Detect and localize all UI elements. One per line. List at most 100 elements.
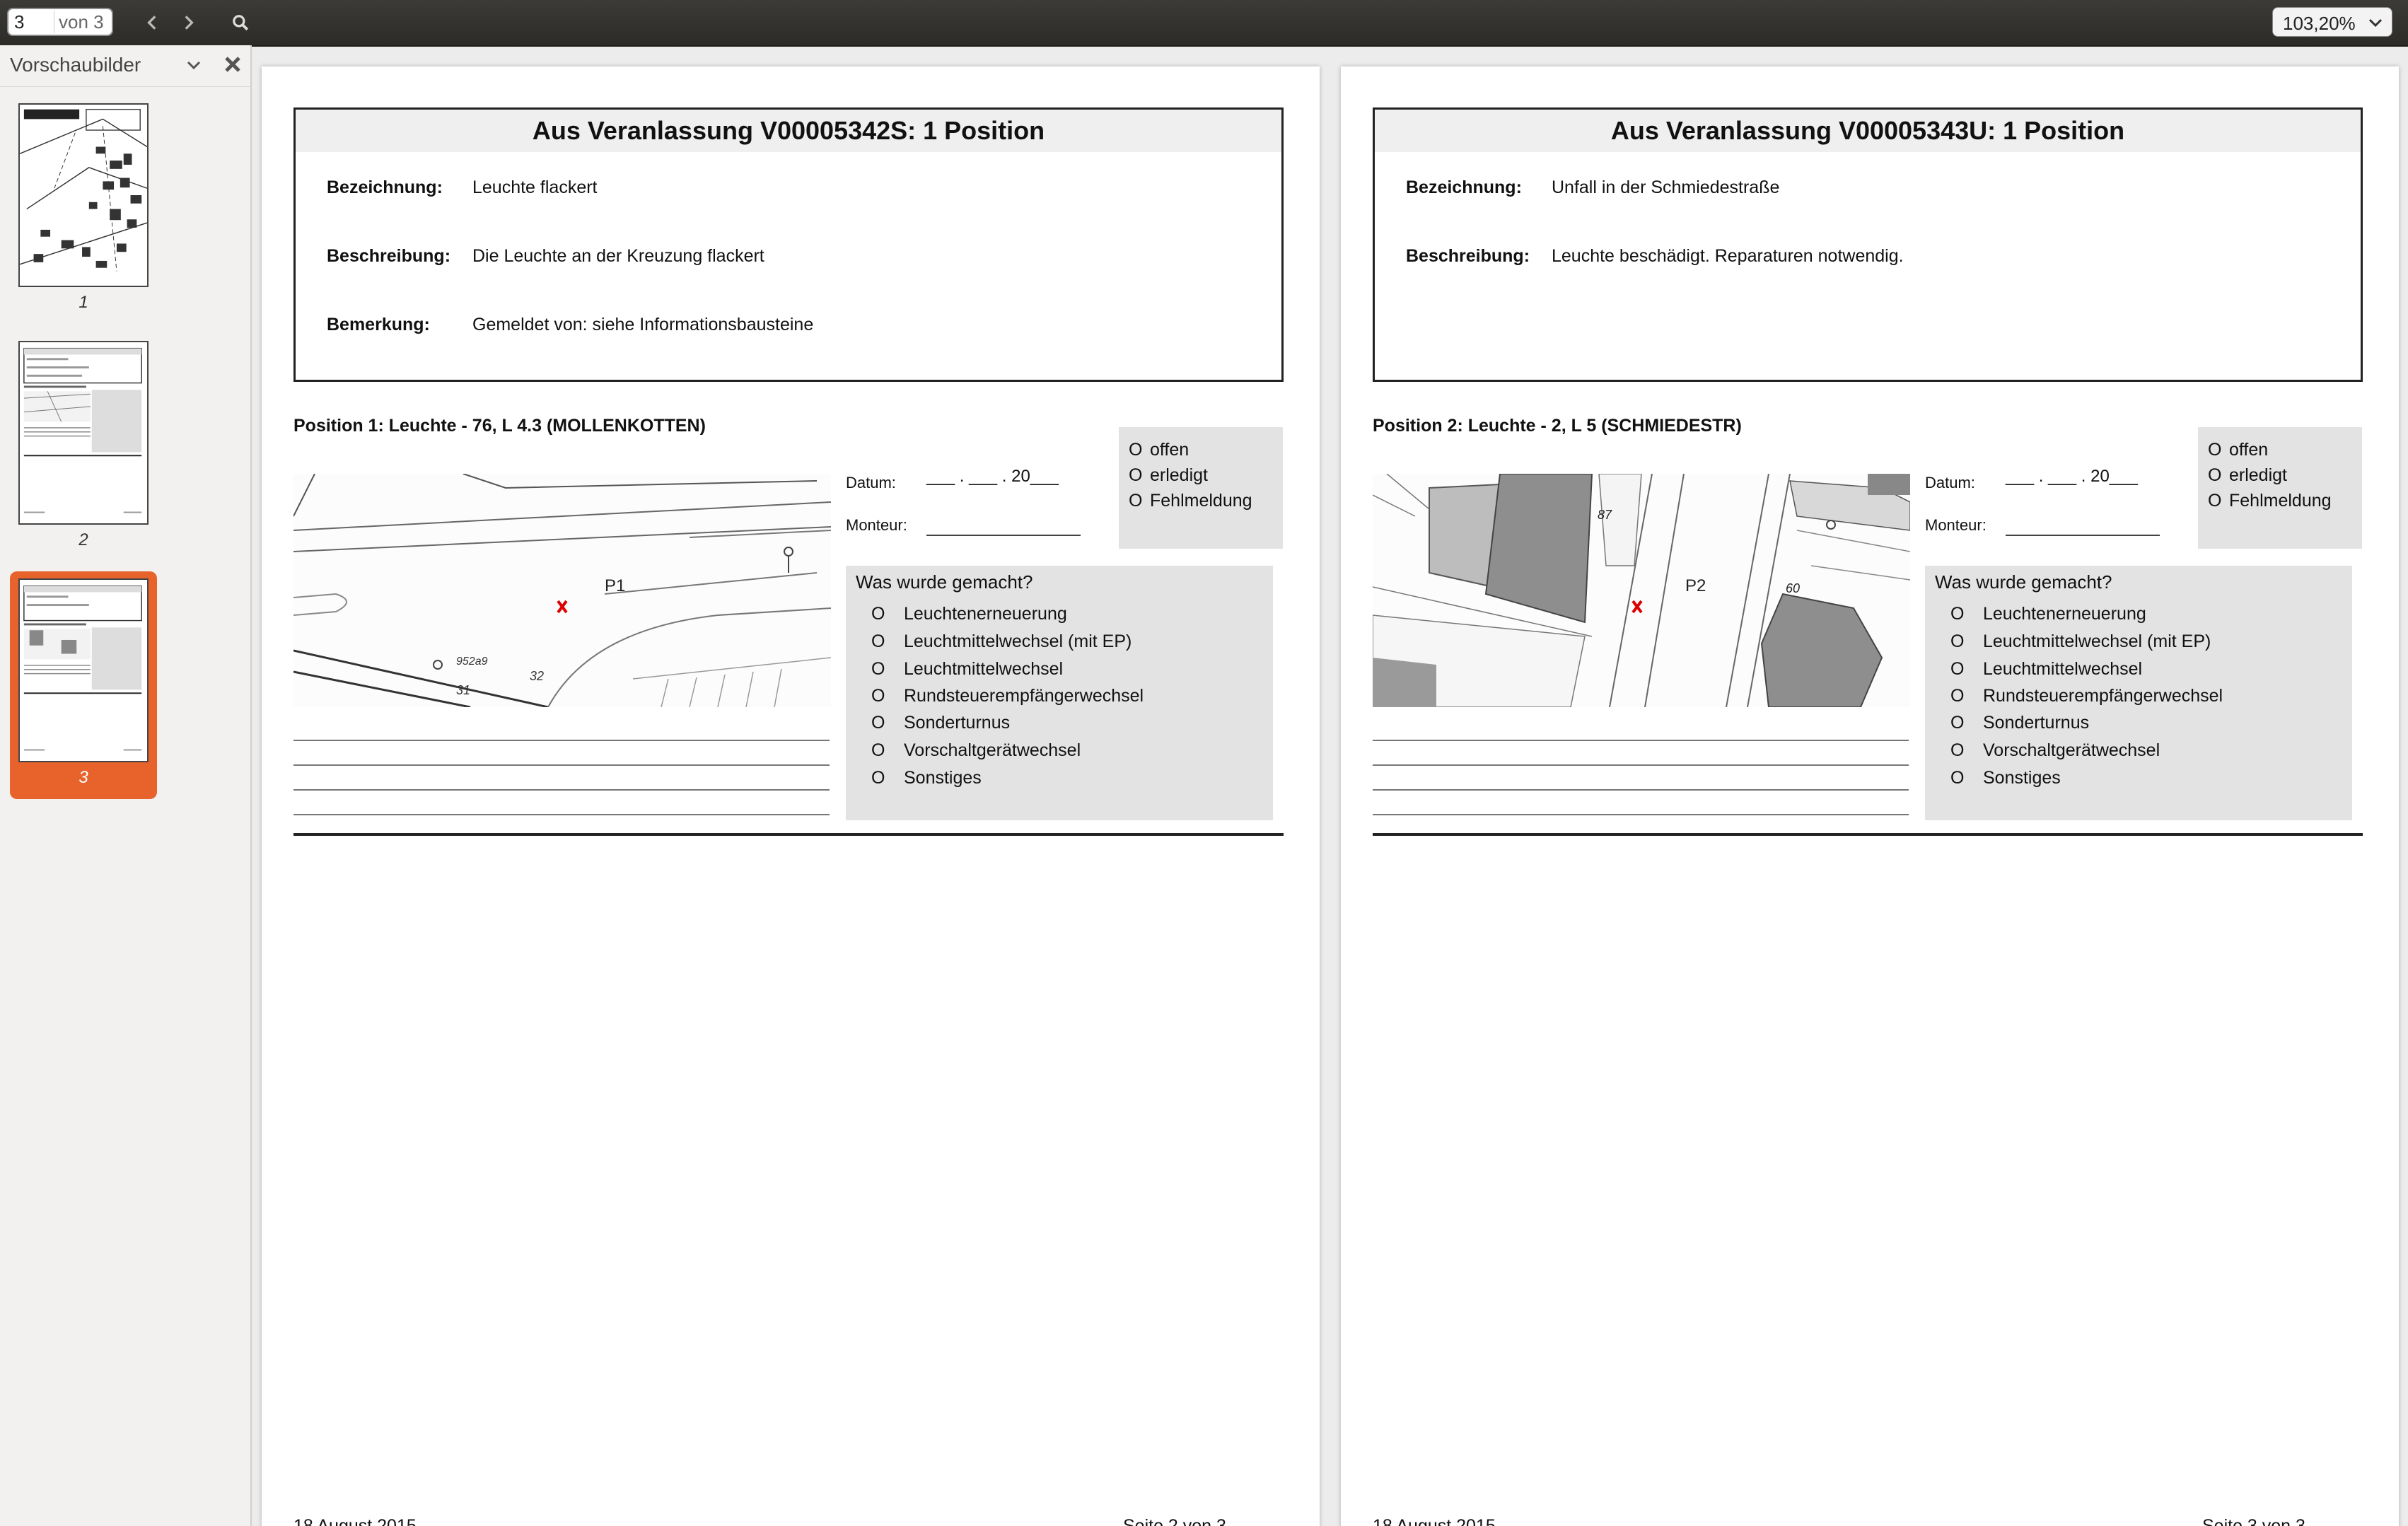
footer-page-number: Seite 3 von 3: [2202, 1516, 2305, 1526]
position-title: Position 2: Leuchte - 2, L 5 (SCHMIEDEST…: [1373, 416, 1742, 436]
footer-page-number: Seite 2 von 3: [1123, 1516, 1226, 1526]
sidebar: Vorschaubilder 1 2 3: [0, 45, 252, 1526]
work-option: O Leuchtmittelwechsel (mit EP): [871, 631, 1132, 651]
work-option: O Leuchtenerneuerung: [1950, 604, 2146, 624]
technician-line: [926, 535, 1081, 536]
map-label: 32: [530, 669, 544, 683]
work-option: O Leuchtmittelwechsel (mit EP): [1950, 631, 2211, 651]
document-page-2: Aus Veranlassung V00005342S: 1 Position …: [262, 66, 1320, 1526]
work-done-box: Was wurde gemacht? O Leuchtenerneuerung O…: [846, 566, 1273, 820]
date-placeholder: ___ . ___ . 20___: [926, 467, 1059, 486]
status-box: Ooffen Oerledigt O Fehlmeldung: [1119, 427, 1283, 549]
sidebar-header: Vorschaubilder: [0, 45, 252, 87]
work-option: O Leuchtenerneuerung: [871, 604, 1067, 624]
note-line: [1373, 789, 1909, 791]
thumbnail-page-1[interactable]: 1: [10, 96, 157, 312]
work-option: O Sonderturnus: [871, 713, 1011, 733]
date-placeholder: ___ . ___ . 20___: [2006, 467, 2138, 486]
thumbnail-label: 3: [78, 768, 88, 787]
search-button[interactable]: [226, 8, 255, 37]
work-done-title: Was wurde gemacht?: [856, 571, 1033, 593]
field-label: Beschreibung:: [1406, 246, 1530, 266]
work-option: O Vorschaltgerätwechsel: [871, 740, 1081, 760]
work-option: O Sonderturnus: [1950, 713, 2090, 733]
work-option: O Sonstiges: [871, 768, 982, 788]
work-option: O Vorschaltgerätwechsel: [1950, 740, 2160, 760]
status-option: Ooffen: [2208, 440, 2269, 460]
map-label: 952a9: [456, 656, 488, 668]
date-label: Datum:: [846, 474, 896, 491]
page-number-input[interactable]: [14, 12, 50, 32]
chevron-down-icon: [2368, 18, 2383, 28]
technician-label: Monteur:: [1925, 516, 1987, 534]
thumbnail-label: 2: [78, 530, 88, 549]
order-header-box: Aus Veranlassung V00005342S: 1 Position …: [293, 107, 1284, 382]
date-label: Datum:: [1925, 474, 1975, 491]
work-option: O Rundsteuerempfängerwechsel: [871, 686, 1144, 706]
note-line: [293, 814, 830, 815]
status-option: Oerledigt: [1129, 465, 1208, 485]
technician-line: [2006, 535, 2160, 536]
note-line: [293, 740, 830, 741]
chevron-down-icon[interactable]: [185, 59, 202, 72]
status-option: O Fehlmeldung: [1129, 491, 1252, 511]
map-label: 31: [456, 683, 470, 697]
position-map: P1 952a9 31 32: [293, 474, 831, 707]
section-divider: [293, 833, 1284, 836]
thumbnail-image: [18, 341, 149, 525]
field-label: Beschreibung:: [327, 246, 451, 266]
status-option: Ooffen: [1129, 440, 1190, 460]
map-position-label: P2: [1685, 576, 1706, 595]
section-divider: [1373, 833, 2363, 836]
map-label: 60: [1786, 581, 1800, 595]
document-page-3: Aus Veranlassung V00005343U: 1 Position …: [1341, 66, 2399, 1526]
thumbnail-image: [18, 578, 149, 762]
field-value: Gemeldet von: siehe Informationsbaustein…: [472, 315, 814, 334]
close-icon[interactable]: [223, 55, 242, 74]
status-option: O Fehlmeldung: [2208, 491, 2332, 511]
order-title: Aus Veranlassung V00005342S: 1 Position: [296, 110, 1281, 152]
work-done-box: Was wurde gemacht? O Leuchtenerneuerung O…: [1925, 566, 2352, 820]
status-option: Oerledigt: [2208, 465, 2287, 485]
thumbnail-page-3[interactable]: 3: [10, 571, 157, 799]
note-line: [293, 764, 830, 766]
position-map: P2 87 60: [1373, 474, 1910, 707]
sidebar-mode-selector[interactable]: Vorschaubilder: [10, 54, 141, 76]
work-option: O Sonstiges: [1950, 768, 2061, 788]
zoom-level: 103,20%: [2283, 13, 2356, 34]
page-count-label: von 3: [54, 11, 110, 33]
page-number-box: von 3: [7, 8, 113, 36]
field-value: Unfall in der Schmiedestraße: [1552, 177, 1780, 197]
search-icon: [233, 15, 249, 31]
footer-date: 18 August 2015: [1373, 1516, 1496, 1526]
work-option: O Leuchtmittelwechsel: [871, 659, 1064, 679]
note-line: [1373, 814, 1909, 815]
map-position-label: P1: [605, 576, 625, 595]
technician-label: Monteur:: [846, 516, 907, 534]
previous-page-button[interactable]: [139, 8, 167, 37]
document-view[interactable]: Aus Veranlassung V00005342S: 1 Position …: [252, 45, 2408, 1526]
field-value: Leuchte beschädigt. Reparaturen notwendi…: [1552, 246, 1904, 266]
thumbnail-label: 1: [78, 293, 88, 312]
status-box: Ooffen Oerledigt O Fehlmeldung: [2198, 427, 2362, 549]
field-label: Bezeichnung:: [1406, 177, 1522, 197]
zoom-select[interactable]: 103,20%: [2272, 7, 2392, 37]
thumbnail-page-2[interactable]: 2: [10, 334, 157, 549]
thumbnail-image: [18, 103, 149, 287]
position-title: Position 1: Leuchte - 76, L 4.3 (MOLLENK…: [293, 416, 706, 436]
chevron-left-icon: [147, 16, 156, 30]
work-option: O Rundsteuerempfängerwechsel: [1950, 686, 2223, 706]
map-label: 87: [1598, 508, 1612, 522]
field-label: Bemerkung:: [327, 315, 430, 334]
work-done-title: Was wurde gemacht?: [1935, 571, 2112, 593]
field-value: Leuchte flackert: [472, 177, 598, 197]
order-title: Aus Veranlassung V00005343U: 1 Position: [1375, 110, 2361, 152]
footer-date: 18 August 2015: [293, 1516, 417, 1526]
order-header-box: Aus Veranlassung V00005343U: 1 Position …: [1373, 107, 2363, 382]
chevron-right-icon: [185, 16, 194, 30]
note-line: [1373, 740, 1909, 741]
note-line: [1373, 764, 1909, 766]
field-value: Die Leuchte an der Kreuzung flackert: [472, 246, 764, 266]
note-line: [293, 789, 830, 791]
next-page-button[interactable]: [174, 8, 202, 37]
